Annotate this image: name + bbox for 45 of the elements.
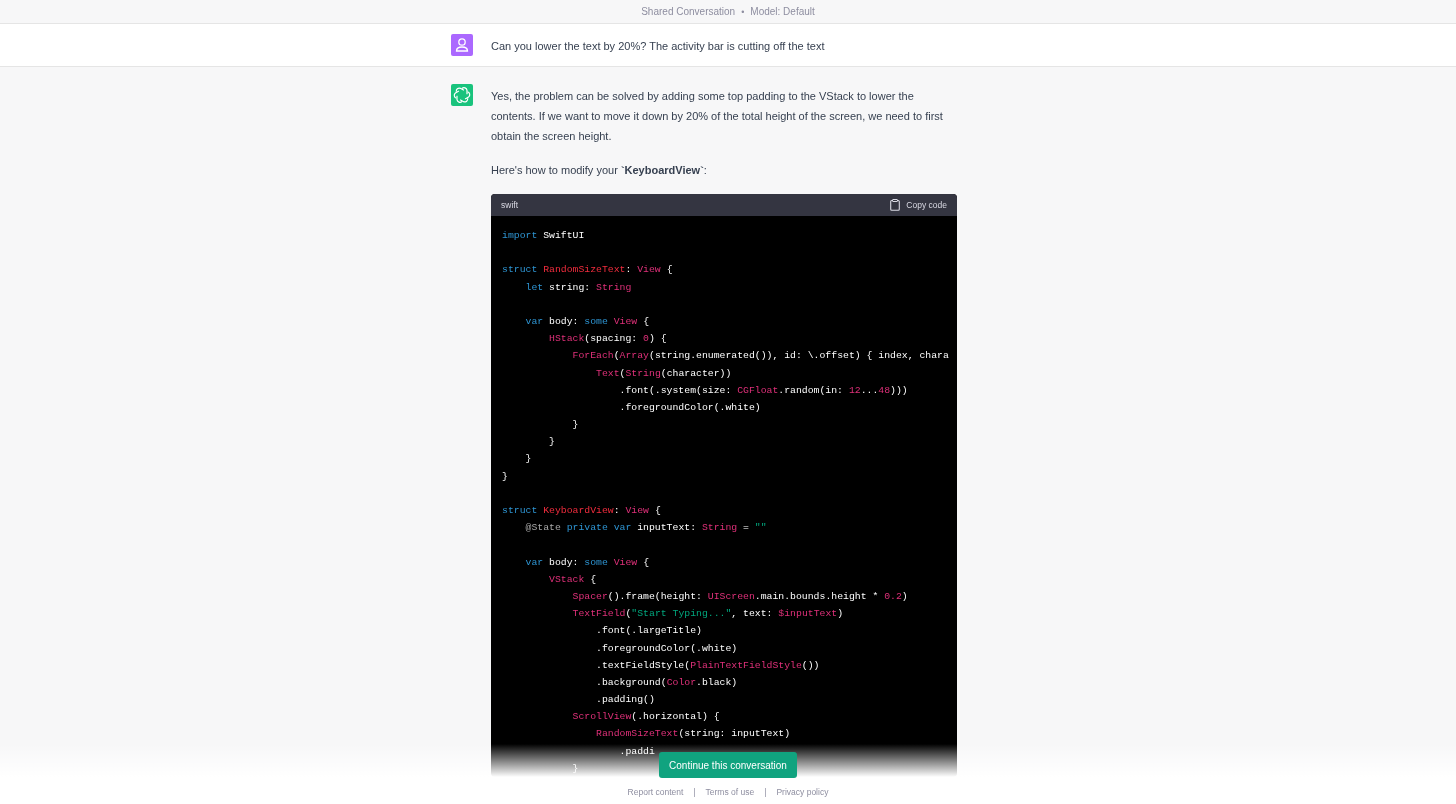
code-line: let string: String [524, 280, 632, 295]
code-line: TextField("Start Typing...", text: $inputText) [571, 607, 844, 622]
code-line: .padding() [595, 693, 655, 708]
message-text: Here's how to modify your `KeyboardView`: [491, 163, 708, 178]
code-line: .textFieldStyle(PlainTextFieldStyle()) [595, 658, 820, 673]
code-line: struct RandomSizeText: View { [502, 263, 673, 278]
code-line: .foregroundColor(.white) [595, 641, 738, 656]
model-label: Model: Default [750, 6, 815, 17]
code-line: .background(Color.black) [595, 675, 738, 690]
code-line: } [524, 452, 532, 467]
message-text: Yes, the problem can be solved by adding some top padding to the VStack to lower the contents. If we want to move it down by 20% of the total height of the screen, we need to first obtain the screen height. [491, 89, 944, 144]
code-language: swift [501, 200, 518, 210]
user-avatar-icon [451, 34, 473, 56]
code-line: } [571, 761, 579, 776]
footer-link[interactable]: Report content [627, 787, 684, 797]
header-title: Shared Conversation [641, 6, 736, 17]
code-line: var body: some View { [524, 555, 649, 570]
code-line: struct KeyboardView: View { [502, 504, 661, 518]
code-line: @State private var inputText: String = "" [524, 521, 767, 536]
code-line: .font(.largeTitle) [595, 624, 702, 639]
code-line: } [502, 469, 508, 484]
footer-link[interactable]: Privacy policy [776, 787, 829, 797]
code-line: import SwiftUI [502, 229, 585, 243]
message-text: Can you lower the text by 20%? The activity bar is cutting off the text [491, 39, 826, 54]
separator-dot: • [741, 6, 745, 17]
assistant-logo-icon [451, 84, 473, 106]
link-separator: | [693, 787, 696, 797]
code-line: Spacer().frame(height: UIScreen.main.bounds.height * 0.2) [571, 589, 908, 604]
code-line: var body: some View { [524, 314, 649, 329]
link-separator: | [764, 787, 767, 797]
code-line: } [548, 435, 555, 450]
code-line: .font(.system(size: CGFloat.random(in: 12...48))) [618, 383, 908, 398]
code-line: RandomSizeText(string: inputText) [595, 727, 791, 742]
code-line: } [571, 418, 579, 433]
footer-link[interactable]: Terms of use [705, 787, 755, 797]
code-line: .paddi [618, 744, 655, 759]
code-line: Text(String(character)) [595, 366, 732, 381]
code-line: ScrollView(.horizontal) { [571, 710, 720, 725]
code-line: .foregroundColor(.white) [618, 400, 761, 415]
continue-conversation-button[interactable]: Continue this conversation [659, 752, 797, 778]
code-line: HStack(spacing: 0) { [548, 332, 667, 347]
clipboard-icon [890, 199, 901, 211]
copy-code-button[interactable]: Copy code [890, 199, 947, 211]
code-line: ForEach(Array(string.enumerated()), id: \.offset) { index, chara [571, 349, 949, 364]
code-line: VStack { [548, 572, 597, 587]
